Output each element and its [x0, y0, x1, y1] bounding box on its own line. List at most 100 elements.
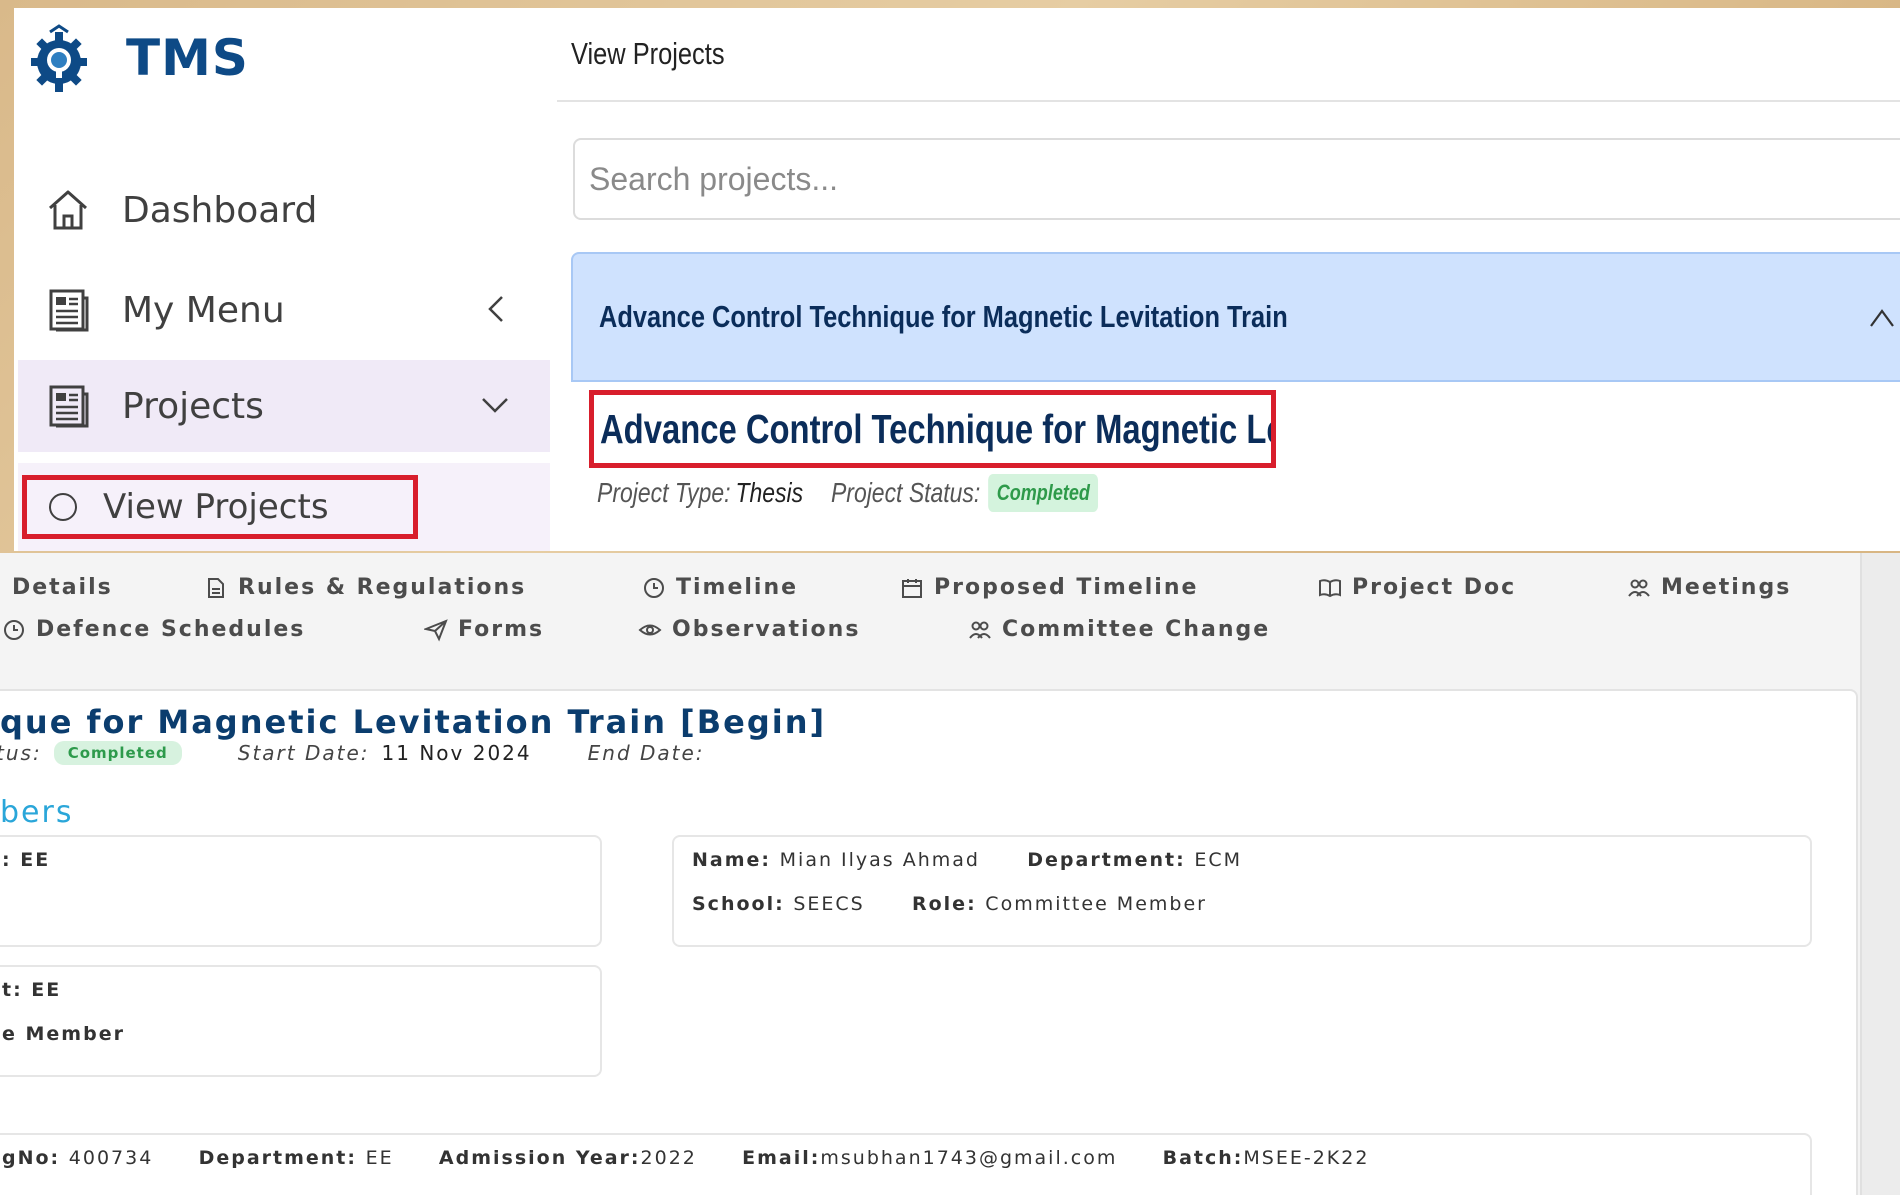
document-icon	[49, 289, 89, 332]
calendar-icon	[902, 578, 922, 598]
people-icon	[1628, 579, 1650, 597]
reg-value: 400734	[68, 1147, 154, 1169]
tab-label: Timeline	[676, 575, 799, 600]
dept-value: EE	[365, 1147, 394, 1169]
end-date-label: End Date:	[587, 741, 705, 765]
home-icon	[49, 190, 87, 230]
member-line: t: EE	[2, 979, 62, 1001]
sidebar-subitem-label: View Projects	[103, 487, 329, 527]
sidebar-item-dashboard[interactable]: Dashboard	[18, 164, 550, 256]
start-date-value: 11 Nov 2024	[381, 741, 532, 765]
sidebar-item-label: Dashboard	[122, 189, 318, 231]
member-department: ECM	[1194, 849, 1242, 871]
start-date-label: Start Date:	[237, 741, 370, 765]
member-card: t: EE e Member	[0, 965, 602, 1077]
eye-icon	[638, 624, 662, 635]
top-screenshot-panel: TMS Dashboard My Menu Projects View Proj…	[14, 8, 1900, 551]
page-header: View Projects	[557, 8, 1900, 102]
reg-label: gNo:	[2, 1147, 61, 1169]
sidebar-subitem-view-projects[interactable]: View Projects	[18, 463, 550, 551]
detail-status-label: tus:	[0, 741, 42, 765]
email-label: Email:	[742, 1147, 821, 1169]
tab-observations[interactable]: Observations	[638, 617, 860, 642]
clock-icon	[4, 619, 24, 640]
main-content: View Projects Advance Control Technique …	[557, 8, 1900, 551]
clock-icon	[644, 577, 664, 598]
sidebar-item-my-menu[interactable]: My Menu	[18, 264, 550, 356]
tab-label: Forms	[458, 617, 545, 642]
highlight-box: View Projects	[22, 475, 418, 539]
member-line: : EE	[2, 849, 51, 871]
tab-rules-regulations[interactable]: Rules & Regulations	[204, 575, 526, 600]
detail-project-title: que for Magnetic Levitation Train [Begin…	[0, 703, 827, 741]
tab-label: Observations	[672, 617, 861, 642]
member-name-row: Name: Mian Ilyas Ahmad Department: ECM	[692, 849, 1242, 871]
sidebar-item-label: My Menu	[122, 289, 285, 331]
tab-forms[interactable]: Forms	[424, 617, 544, 642]
circle-icon	[49, 493, 77, 521]
member-card: : EE	[0, 835, 602, 947]
sidebar-item-label: Projects	[122, 385, 264, 427]
tms-logo-icon	[31, 24, 87, 92]
project-type-value: Thesis	[735, 477, 804, 508]
member-school-row: School: SEECS Role: Committee Member	[692, 893, 1207, 915]
chevron-down-icon[interactable]	[480, 394, 510, 416]
tab-label: Details	[12, 575, 113, 600]
sidebar-item-projects[interactable]: Projects	[18, 360, 550, 452]
tab-label: Project Doc	[1352, 575, 1517, 600]
search-input[interactable]	[573, 138, 1900, 220]
tab-proposed-timeline[interactable]: Proposed Timeline	[900, 575, 1198, 600]
tab-project-doc[interactable]: Project Doc	[1318, 575, 1516, 600]
student-card: gNo: 400734 Department: EE Admission Yea…	[0, 1133, 1812, 1195]
page-title: View Projects	[571, 36, 725, 71]
project-type-label: Project Type:	[597, 477, 731, 508]
dept-label: Department:	[198, 1147, 357, 1169]
tab-label: Meetings	[1661, 575, 1792, 600]
chevron-left-icon[interactable]	[482, 294, 510, 324]
tab-label: Defence Schedules	[36, 617, 306, 642]
project-title: Advance Control Technique for Magnetic L…	[600, 405, 1271, 452]
status-badge: Completed	[53, 741, 182, 765]
status-badge: Completed	[988, 474, 1099, 512]
sidebar: TMS Dashboard My Menu Projects View Proj…	[14, 8, 557, 551]
chevron-up-icon[interactable]	[1869, 308, 1895, 328]
brand-title: TMS	[126, 29, 249, 87]
members-heading: bers	[0, 795, 74, 830]
member-line: e Member	[2, 1023, 125, 1045]
batch-value: MSEE-2K22	[1243, 1147, 1370, 1169]
school-label: School:	[692, 893, 785, 915]
people-icon	[969, 621, 991, 639]
project-title-link[interactable]: Advance Control Technique for Magnetic L…	[589, 390, 1276, 468]
department-label: Department:	[1027, 849, 1186, 871]
tab-defence-schedules[interactable]: Defence Schedules	[2, 617, 305, 642]
file-icon	[208, 577, 224, 598]
tab-label: Proposed Timeline	[934, 575, 1199, 600]
member-school: SEECS	[793, 893, 865, 915]
name-label: Name:	[692, 849, 772, 871]
member-card: Name: Mian Ilyas Ahmad Department: ECM S…	[672, 835, 1812, 947]
year-label: Admission Year:	[438, 1147, 641, 1169]
project-meta: Project Type: Thesis Project Status: Com…	[597, 474, 1099, 512]
tab-timeline[interactable]: Timeline	[642, 575, 798, 600]
book-icon	[1319, 578, 1341, 597]
send-icon	[424, 618, 448, 641]
member-name: Mian Ilyas Ahmad	[779, 849, 980, 871]
bottom-screenshot-panel: Details Rules & Regulations Timeline Pro…	[0, 553, 1900, 1195]
detail-status-row: tus: Completed Start Date: 11 Nov 2024 E…	[0, 741, 717, 765]
year-value: 2022	[640, 1147, 697, 1169]
project-accordion-header[interactable]: Advance Control Technique for Magnetic L…	[571, 252, 1900, 382]
email-value: msubhan1743@gmail.com	[820, 1147, 1118, 1169]
role-label: Role:	[911, 893, 977, 915]
tab-label: Rules & Regulations	[238, 575, 527, 600]
student-info-row: gNo: 400734 Department: EE Admission Yea…	[2, 1147, 1369, 1169]
tab-committee-change[interactable]: Committee Change	[968, 617, 1270, 642]
tab-label: Committee Change	[1002, 617, 1271, 642]
accordion-title: Advance Control Technique for Magnetic L…	[599, 299, 1288, 334]
tab-meetings[interactable]: Meetings	[1627, 575, 1791, 600]
member-role: Committee Member	[985, 893, 1207, 915]
brand[interactable]: TMS	[28, 24, 249, 92]
scrollbar[interactable]	[1860, 553, 1900, 1195]
tab-details[interactable]: Details	[12, 575, 113, 600]
document-icon	[49, 385, 89, 428]
project-status-label: Project Status:	[830, 477, 981, 508]
